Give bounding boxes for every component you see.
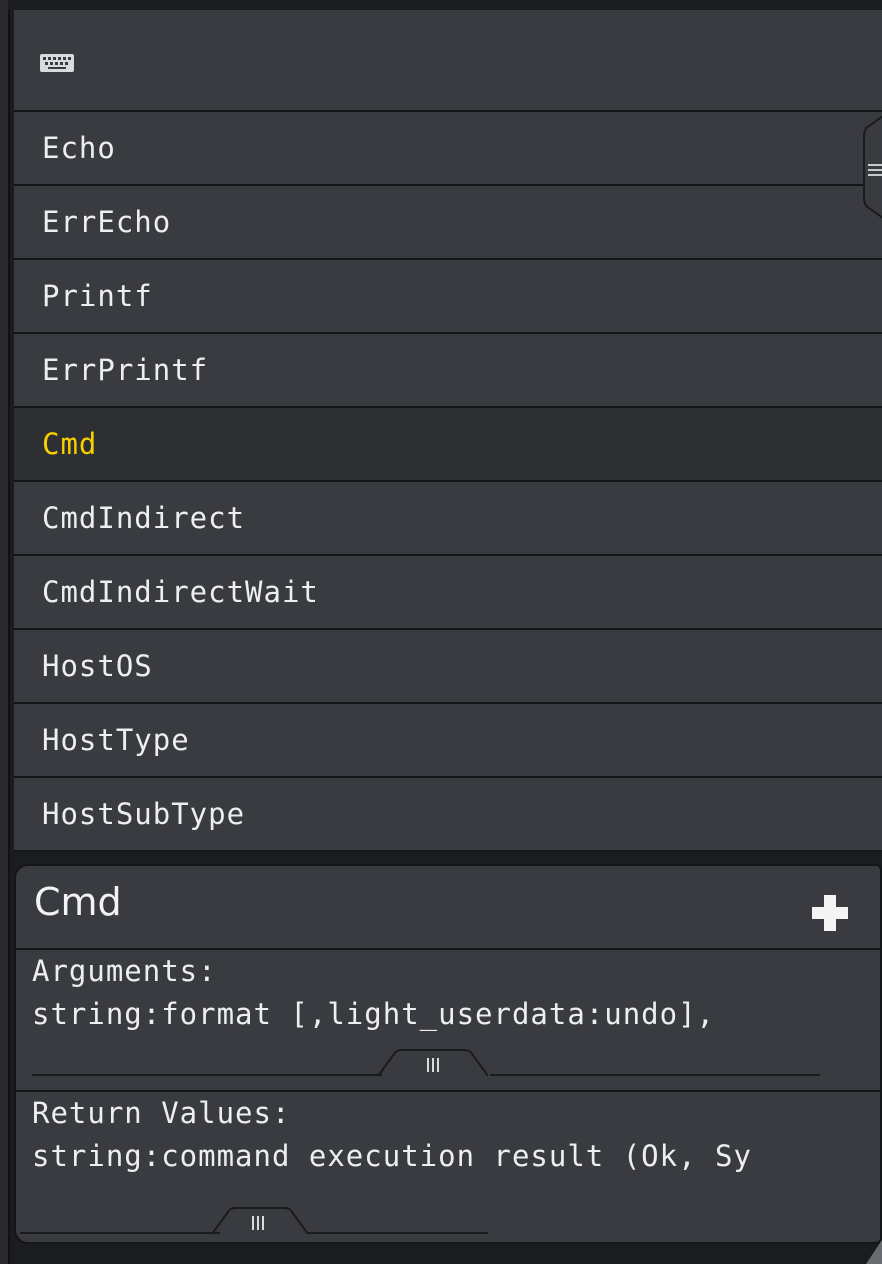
list-item-errprintf[interactable]: ErrPrintf bbox=[14, 334, 882, 408]
divider bbox=[490, 1074, 820, 1076]
list-item-printf[interactable]: Printf bbox=[14, 260, 882, 334]
arguments-resize-grip[interactable] bbox=[378, 1046, 488, 1078]
divider bbox=[308, 1232, 488, 1234]
arguments-section: Arguments: string:format [,light_userdat… bbox=[16, 950, 880, 1092]
list-item-errecho[interactable]: ErrEcho bbox=[14, 186, 882, 260]
list-item-cmdindirect[interactable]: CmdIndirect bbox=[14, 482, 882, 556]
detail-header: Cmd bbox=[16, 866, 880, 950]
list-item-echo[interactable]: Echo bbox=[14, 112, 882, 186]
sidebar-drag-handle[interactable] bbox=[846, 112, 882, 222]
list-item-hosttype[interactable]: HostType bbox=[14, 704, 882, 778]
function-list-panel: Echo ErrEcho Printf ErrPrintf Cmd CmdInd… bbox=[14, 10, 882, 852]
divider bbox=[20, 1232, 220, 1234]
return-values-heading: Return Values: bbox=[32, 1096, 291, 1130]
top-strip bbox=[8, 0, 882, 10]
keyboard-icon[interactable] bbox=[40, 54, 74, 72]
list-item-hostos[interactable]: HostOS bbox=[14, 630, 882, 704]
detail-title: Cmd bbox=[34, 880, 122, 924]
return-values-value: string:command execution result (Ok, Sy bbox=[32, 1139, 752, 1173]
list-item-cmdindirectwait[interactable]: CmdIndirectWait bbox=[14, 556, 882, 630]
plus-icon[interactable] bbox=[810, 893, 850, 933]
arguments-heading: Arguments: bbox=[32, 954, 217, 988]
detail-panel: Cmd Arguments: string:format [,light_use… bbox=[14, 864, 882, 1244]
arguments-value: string:format [,light_userdata:undo], bbox=[32, 997, 716, 1031]
list-item-cmd[interactable]: Cmd bbox=[14, 408, 882, 482]
return-values-resize-grip[interactable] bbox=[212, 1204, 322, 1236]
window-resize-corner[interactable] bbox=[856, 1232, 882, 1264]
left-border bbox=[0, 0, 10, 1264]
return-values-section: Return Values: string:command execution … bbox=[16, 1092, 880, 1242]
list-toolbar bbox=[14, 10, 882, 112]
function-list: Echo ErrEcho Printf ErrPrintf Cmd CmdInd… bbox=[14, 112, 882, 852]
list-item-hostsubtype[interactable]: HostSubType bbox=[14, 778, 882, 852]
divider bbox=[32, 1074, 382, 1076]
